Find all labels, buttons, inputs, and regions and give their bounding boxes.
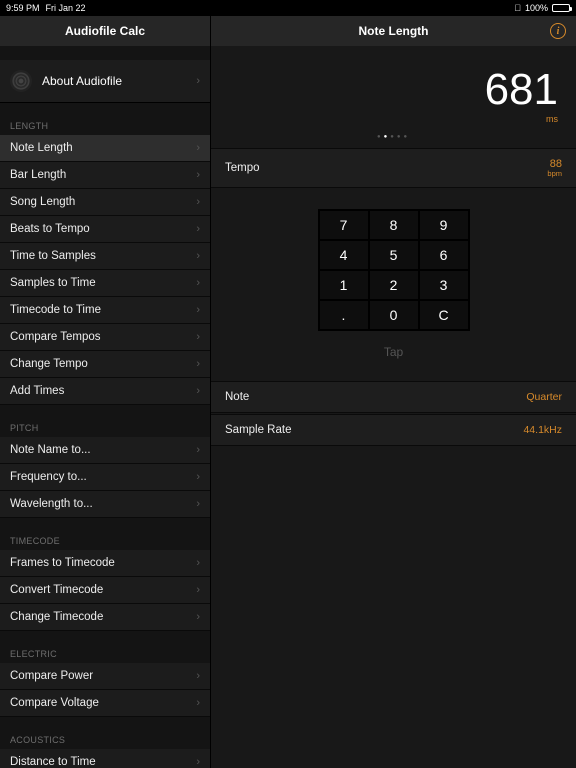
- sidebar-item-change-timecode[interactable]: Change Timecode›: [0, 604, 210, 631]
- key-clear[interactable]: C: [420, 301, 468, 329]
- sidebar-item-frequency-to[interactable]: Frequency to...›: [0, 464, 210, 491]
- sample-rate-value: 44.1kHz: [523, 424, 562, 436]
- key-6[interactable]: 6: [420, 241, 468, 269]
- key-3[interactable]: 3: [420, 271, 468, 299]
- tempo-label: Tempo: [225, 162, 260, 174]
- sidebar-item-time-to-samples[interactable]: Time to Samples›: [0, 243, 210, 270]
- chevron-right-icon: ›: [196, 75, 200, 87]
- sidebar-item-compare-power[interactable]: Compare Power›: [0, 663, 210, 690]
- sidebar-item-timecode-to-time[interactable]: Timecode to Time›: [0, 297, 210, 324]
- chevron-right-icon: ›: [196, 169, 200, 181]
- sidebar-item-convert-timecode[interactable]: Convert Timecode›: [0, 577, 210, 604]
- section-header-acoustics: ACOUSTICS: [0, 717, 210, 749]
- sidebar-item-add-times[interactable]: Add Times›: [0, 378, 210, 405]
- app-logo-icon: [10, 70, 32, 92]
- header-bar: Audiofile Calc Note Length i: [0, 16, 576, 46]
- key-8[interactable]: 8: [370, 211, 418, 239]
- page-title: Note Length: [359, 24, 429, 38]
- sidebar-item-wavelength-to[interactable]: Wavelength to...›: [0, 491, 210, 518]
- battery-pct: 100%: [525, 3, 548, 13]
- chevron-right-icon: ›: [196, 584, 200, 596]
- sidebar-item-song-length[interactable]: Song Length›: [0, 189, 210, 216]
- sidebar-item-bar-length[interactable]: Bar Length›: [0, 162, 210, 189]
- sidebar-item-beats-to-tempo[interactable]: Beats to Tempo›: [0, 216, 210, 243]
- chevron-right-icon: ›: [196, 277, 200, 289]
- chevron-right-icon: ›: [196, 250, 200, 262]
- content-pane: 681 ms ●●●●● Tempo 88 bpm 7 8 9 4 5 6 1 …: [211, 46, 576, 768]
- chevron-right-icon: ›: [196, 611, 200, 623]
- info-icon[interactable]: i: [550, 23, 566, 39]
- sidebar[interactable]: About Audiofile › LENGTH Note Length› Ba…: [0, 46, 211, 768]
- key-dot[interactable]: .: [320, 301, 368, 329]
- result-value: 681: [211, 68, 558, 112]
- numeric-keypad: 7 8 9 4 5 6 1 2 3 . 0 C: [318, 209, 470, 331]
- key-5[interactable]: 5: [370, 241, 418, 269]
- section-header-timecode: TIMECODE: [0, 518, 210, 550]
- page-dots[interactable]: ●●●●●: [211, 128, 576, 148]
- section-header-length: LENGTH: [0, 103, 210, 135]
- chevron-right-icon: ›: [196, 304, 200, 316]
- key-4[interactable]: 4: [320, 241, 368, 269]
- param-note[interactable]: Note Quarter: [211, 381, 576, 413]
- key-1[interactable]: 1: [320, 271, 368, 299]
- chevron-right-icon: ›: [196, 385, 200, 397]
- tap-button[interactable]: Tap: [384, 345, 403, 359]
- chevron-right-icon: ›: [196, 223, 200, 235]
- chevron-right-icon: ›: [196, 196, 200, 208]
- status-date: Fri Jan 22: [46, 3, 86, 13]
- key-9[interactable]: 9: [420, 211, 468, 239]
- key-7[interactable]: 7: [320, 211, 368, 239]
- section-header-pitch: PITCH: [0, 405, 210, 437]
- chevron-right-icon: ›: [196, 331, 200, 343]
- about-label: About Audiofile: [42, 74, 122, 88]
- sidebar-item-change-tempo[interactable]: Change Tempo›: [0, 351, 210, 378]
- status-bar: 9:59 PM Fri Jan 22 􀙇 100%: [0, 0, 576, 16]
- sidebar-item-frames-to-timecode[interactable]: Frames to Timecode›: [0, 550, 210, 577]
- sidebar-item-note-length[interactable]: Note Length›: [0, 135, 210, 162]
- param-tempo[interactable]: Tempo 88 bpm: [211, 148, 576, 188]
- sidebar-title: Audiofile Calc: [0, 16, 211, 46]
- chevron-right-icon: ›: [196, 358, 200, 370]
- chevron-right-icon: ›: [196, 557, 200, 569]
- chevron-right-icon: ›: [196, 444, 200, 456]
- chevron-right-icon: ›: [196, 697, 200, 709]
- sidebar-item-samples-to-time[interactable]: Samples to Time›: [0, 270, 210, 297]
- sidebar-item-note-name-to[interactable]: Note Name to...›: [0, 437, 210, 464]
- key-2[interactable]: 2: [370, 271, 418, 299]
- note-label: Note: [225, 391, 249, 403]
- sidebar-item-compare-voltage[interactable]: Compare Voltage›: [0, 690, 210, 717]
- chevron-right-icon: ›: [196, 498, 200, 510]
- note-value: Quarter: [526, 391, 562, 403]
- sidebar-item-distance-to-time[interactable]: Distance to Time›: [0, 749, 210, 768]
- chevron-right-icon: ›: [196, 471, 200, 483]
- tempo-unit: bpm: [547, 170, 562, 178]
- result-unit: ms: [211, 114, 558, 124]
- param-sample-rate[interactable]: Sample Rate 44.1kHz: [211, 414, 576, 446]
- sample-rate-label: Sample Rate: [225, 424, 291, 436]
- chevron-right-icon: ›: [196, 670, 200, 682]
- status-time: 9:59 PM: [6, 3, 40, 13]
- wifi-icon: 􀙇: [514, 3, 521, 13]
- section-header-electric: ELECTRIC: [0, 631, 210, 663]
- sidebar-item-compare-tempos[interactable]: Compare Tempos›: [0, 324, 210, 351]
- sidebar-item-about[interactable]: About Audiofile ›: [0, 60, 210, 103]
- result-display[interactable]: 681 ms: [211, 46, 576, 128]
- battery-icon: [552, 4, 570, 12]
- chevron-right-icon: ›: [196, 756, 200, 768]
- chevron-right-icon: ›: [196, 142, 200, 154]
- key-0[interactable]: 0: [370, 301, 418, 329]
